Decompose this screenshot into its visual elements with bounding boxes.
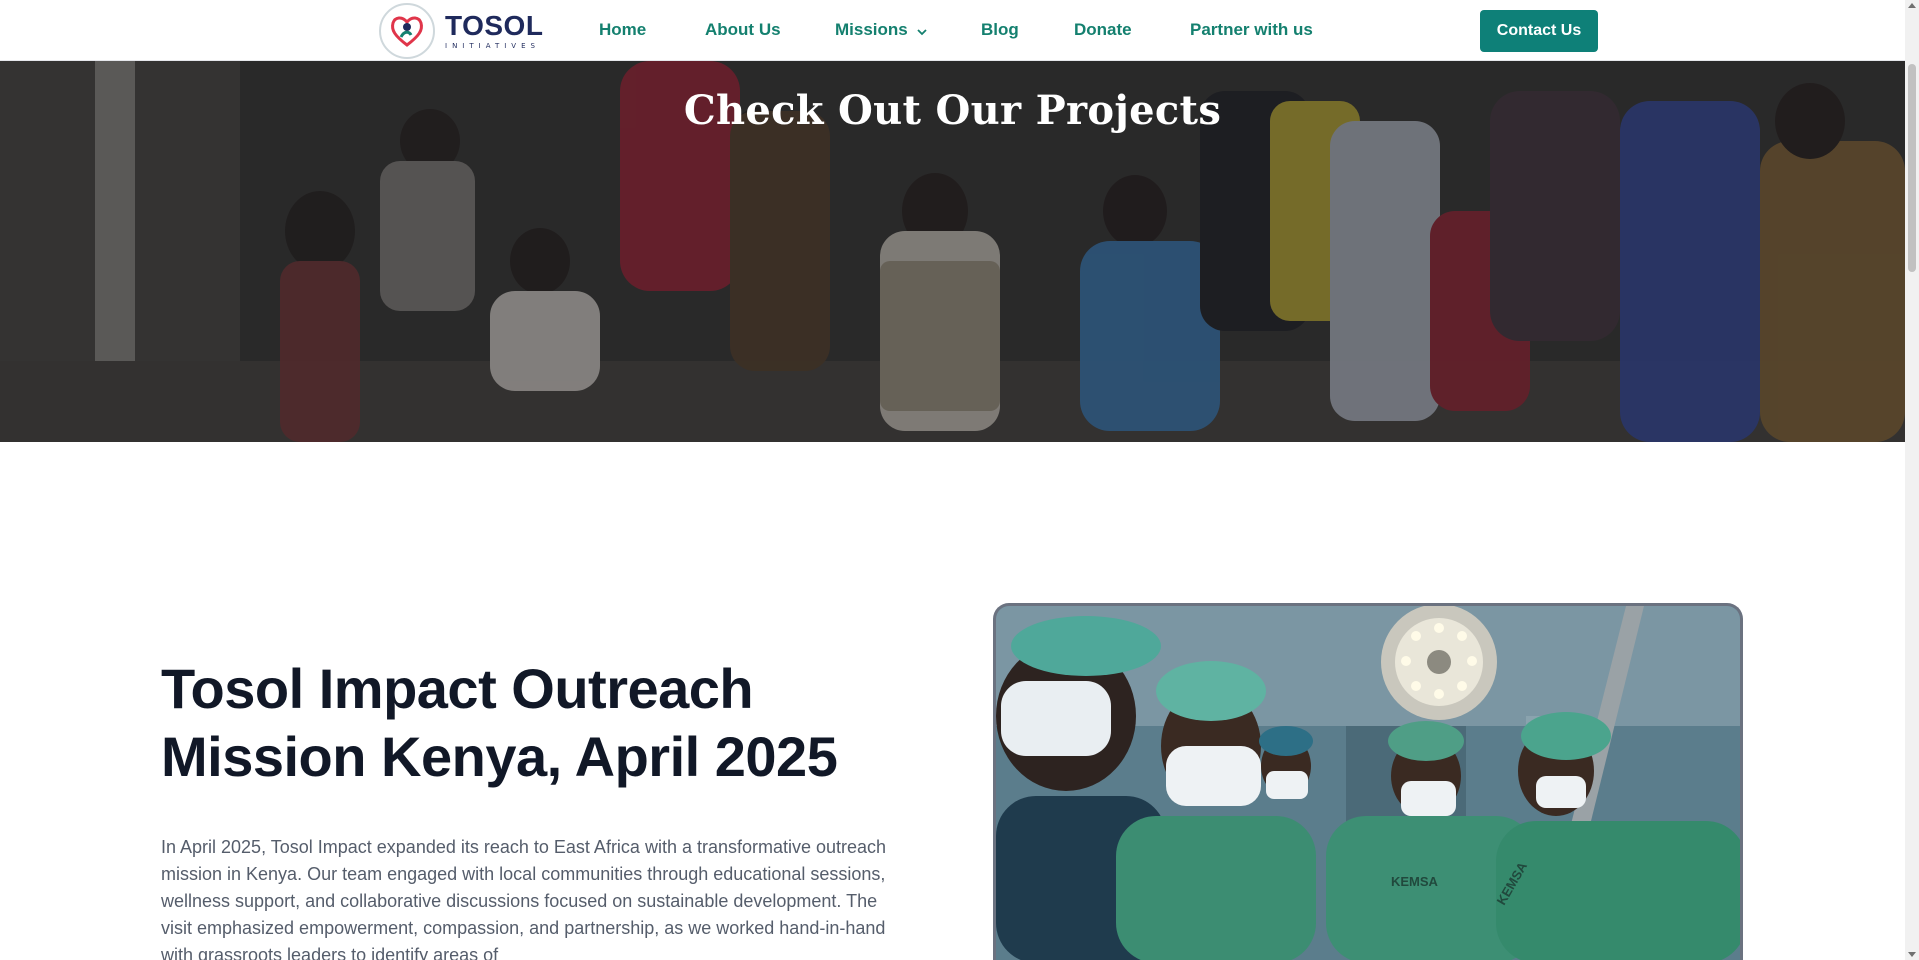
mission-description: In April 2025, Tosol Impact expanded its… — [161, 837, 887, 960]
scrollbar-thumb[interactable] — [1908, 64, 1916, 272]
vertical-scrollbar[interactable] — [1905, 0, 1919, 960]
photo-label-1: KEMSA — [1391, 874, 1439, 889]
contact-us-button[interactable]: Contact Us — [1480, 10, 1598, 52]
nav-donate[interactable]: Donate — [1074, 20, 1132, 40]
mission-photo: KEMSA KEMSA — [993, 603, 1743, 960]
nav-missions[interactable]: Missions — [835, 20, 927, 41]
scroll-up-arrow-icon[interactable] — [1908, 3, 1916, 8]
nav-about-us[interactable]: About Us — [705, 20, 781, 40]
nav-blog[interactable]: Blog — [981, 20, 1019, 40]
logo-subtitle: INITIATIVES — [445, 42, 540, 50]
chevron-down-icon — [917, 21, 927, 41]
nav-missions-label: Missions — [835, 20, 908, 39]
scroll-down-arrow-icon[interactable] — [1908, 952, 1916, 957]
site-header: TOSOL INITIATIVES Home About Us Missions… — [0, 0, 1905, 61]
mission-title: Tosol Impact Outreach Mission Kenya, Apr… — [161, 657, 838, 788]
hero-title: Check Out Our Projects — [683, 87, 1222, 134]
logo-name: TOSOL — [445, 10, 544, 41]
heart-logo-icon — [379, 3, 435, 59]
site-logo[interactable]: TOSOL INITIATIVES — [379, 3, 543, 59]
nav-partner-with-us[interactable]: Partner with us — [1190, 20, 1313, 40]
nav-home[interactable]: Home — [599, 20, 646, 40]
hero-banner: Check Out Our Projects — [0, 61, 1905, 442]
